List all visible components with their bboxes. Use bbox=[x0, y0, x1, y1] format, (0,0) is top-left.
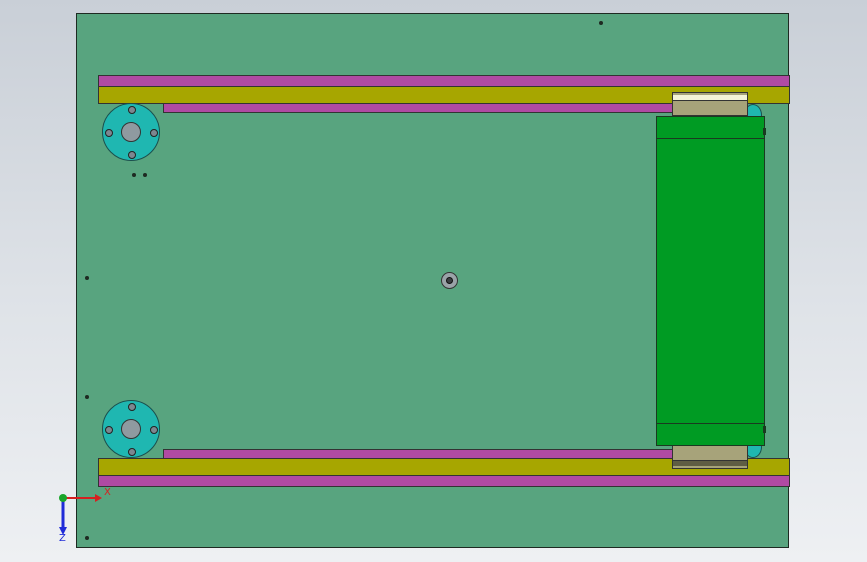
bottom-cap-stripe bbox=[673, 460, 747, 466]
center-hole-core bbox=[446, 277, 453, 284]
x-axis-arrow bbox=[95, 494, 102, 502]
top-cap-stripe bbox=[673, 95, 747, 101]
bolt-hole bbox=[105, 426, 113, 434]
bolt-hole bbox=[128, 151, 136, 159]
x-axis-label: X bbox=[104, 487, 111, 498]
top-bearing-flange[interactable] bbox=[102, 103, 160, 161]
mounting-hole bbox=[85, 395, 89, 399]
bolt-hole bbox=[128, 106, 136, 114]
bolt-hole bbox=[150, 426, 158, 434]
center-hole[interactable] bbox=[441, 272, 458, 289]
mounting-hole bbox=[85, 276, 89, 280]
mounting-hole bbox=[143, 173, 147, 177]
mounting-hole bbox=[132, 173, 136, 177]
graphics-viewport[interactable]: X Z bbox=[0, 0, 867, 562]
flange-bore bbox=[121, 122, 141, 142]
block-tab bbox=[763, 426, 766, 433]
block-edge-line bbox=[657, 423, 764, 424]
block-tab bbox=[763, 128, 766, 135]
z-axis-label: Z bbox=[59, 533, 66, 544]
orientation-triad: X Z bbox=[50, 485, 111, 545]
bottom-block-cap[interactable] bbox=[672, 445, 748, 469]
bottom-rail-outer-strip[interactable] bbox=[98, 475, 790, 487]
top-rail-inner-strip[interactable] bbox=[163, 103, 673, 113]
bolt-hole bbox=[105, 129, 113, 137]
mounting-hole bbox=[599, 21, 603, 25]
top-block-cap[interactable] bbox=[672, 92, 748, 116]
bolt-hole bbox=[128, 403, 136, 411]
y-axis-dot bbox=[59, 494, 67, 502]
bolt-hole bbox=[128, 448, 136, 456]
block-edge-line bbox=[657, 138, 764, 139]
bolt-hole bbox=[150, 129, 158, 137]
flange-bore bbox=[121, 419, 141, 439]
slider-block[interactable] bbox=[656, 116, 765, 446]
bottom-bearing-flange[interactable] bbox=[102, 400, 160, 458]
